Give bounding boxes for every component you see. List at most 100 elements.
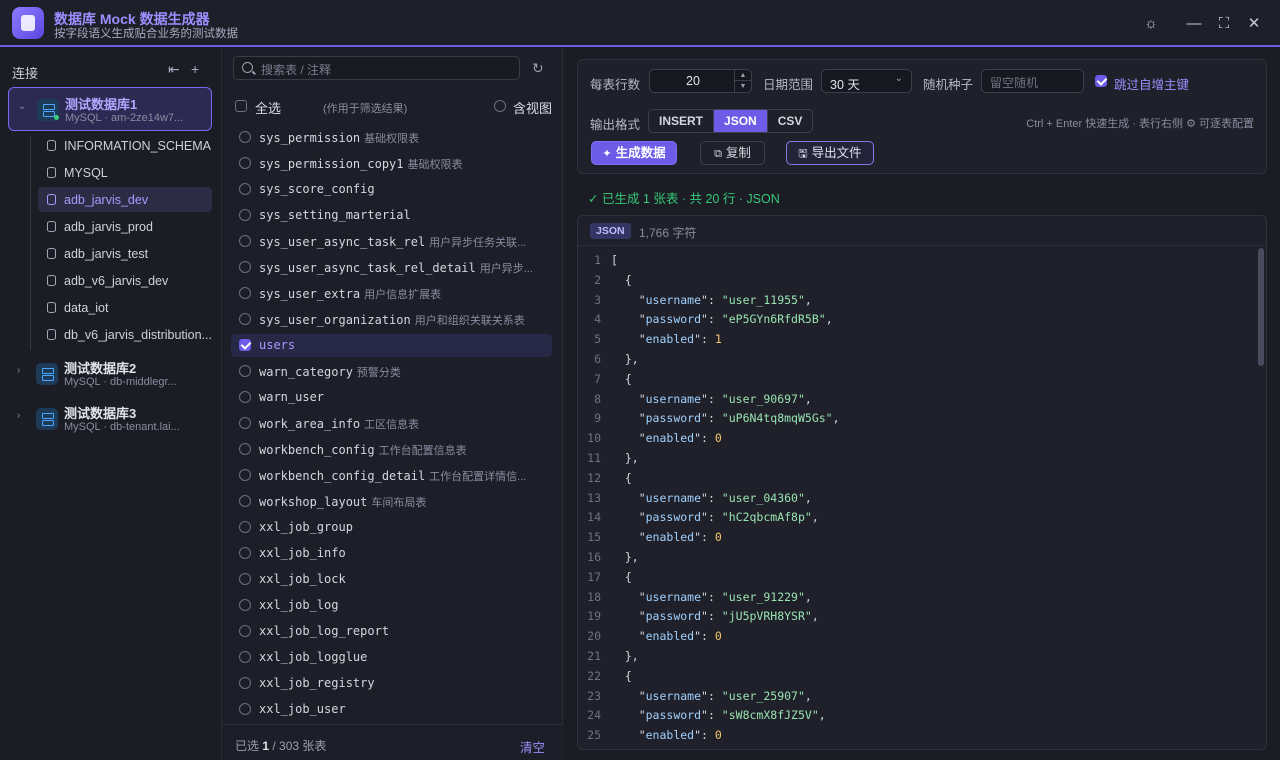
table-row[interactable]: workshop_layout 车间布局表 — [231, 490, 552, 513]
table-name: xxl_job_log_report — [259, 624, 390, 638]
date-range-select[interactable]: 30 天 ⌄ — [821, 69, 912, 93]
clear-selection-link[interactable]: 清空 — [520, 737, 545, 756]
schema-item[interactable]: adb_jarvis_prod — [38, 214, 212, 239]
table-row[interactable]: workbench_config 工作台配置信息表 — [231, 438, 552, 461]
table-checkbox[interactable] — [239, 599, 251, 611]
stepper-down-icon[interactable]: ▼ — [735, 81, 751, 92]
line-content: "enabled": 1 — [611, 332, 722, 347]
schema-item[interactable]: data_iot — [38, 295, 212, 320]
table-row[interactable]: xxl_job_log_report — [231, 620, 552, 643]
table-checkbox[interactable] — [239, 443, 251, 455]
schema-item[interactable]: db_v6_jarvis_distribution... — [38, 322, 212, 347]
schema-label: data_iot — [64, 301, 109, 315]
code-line: 14 "password": "hC2qbcmAf8p", — [578, 510, 1258, 529]
table-row[interactable]: sys_setting_marterial — [231, 204, 552, 227]
table-checkbox[interactable] — [239, 313, 251, 325]
table-row[interactable]: sys_user_async_task_rel_detail 用户异步... — [231, 256, 552, 279]
table-row[interactable]: xxl_job_log — [231, 594, 552, 617]
table-row[interactable]: users — [231, 334, 552, 357]
code-scrollbar[interactable] — [1258, 248, 1264, 748]
table-name: users — [259, 338, 296, 352]
close-icon[interactable]: ✕ — [1244, 14, 1264, 34]
table-row[interactable]: xxl_job_logglue — [231, 646, 552, 669]
table-checkbox[interactable] — [239, 521, 251, 533]
schema-item[interactable]: adb_v6_jarvis_dev — [38, 268, 212, 293]
refresh-icon[interactable]: ↻ — [532, 60, 544, 77]
rows-per-table-input[interactable]: 20 ▲ ▼ — [649, 69, 752, 93]
table-checkbox[interactable] — [239, 261, 251, 273]
table-row[interactable]: sys_user_organization 用户和组织关联关系表 — [231, 308, 552, 331]
collapse-sidebar-icon[interactable]: ⇤ — [168, 61, 180, 78]
minimize-icon[interactable]: — — [1184, 14, 1204, 34]
connection-detail: MySQL · db-tenant.lai... — [64, 421, 180, 433]
skip-pk-label[interactable]: 跳过自增主键 — [1114, 74, 1189, 93]
table-checkbox[interactable] — [239, 417, 251, 429]
table-row[interactable]: xxl_job_info — [231, 542, 552, 565]
schema-item[interactable]: adb_jarvis_dev — [38, 187, 212, 212]
format-json-tab[interactable]: JSON — [714, 110, 768, 132]
table-row[interactable]: xxl_job_registry — [231, 672, 552, 695]
select-all-checkbox[interactable] — [235, 100, 247, 112]
table-row[interactable]: sys_score_config — [231, 178, 552, 201]
skip-pk-checkbox[interactable] — [1095, 75, 1107, 87]
tables-panel: 搜索表 / 注释 ↻ 全选 (作用于筛选结果) 含视图 sys_permissi… — [223, 48, 563, 760]
table-checkbox[interactable] — [239, 547, 251, 559]
code-line: 23 "username": "user_25907", — [578, 689, 1258, 708]
output-panel: 每表行数 20 ▲ ▼ 日期范围 30 天 ⌄ 随机种子 留空随机 跳过自增主键… — [564, 48, 1280, 760]
table-checkbox[interactable] — [239, 469, 251, 481]
format-csv-tab[interactable]: CSV — [768, 110, 813, 132]
table-checkbox[interactable] — [239, 131, 251, 143]
table-checkbox[interactable] — [239, 157, 251, 169]
table-checkbox[interactable] — [239, 677, 251, 689]
table-checkbox[interactable] — [239, 287, 251, 299]
connection-item[interactable]: › 测试数据库3 MySQL · db-tenant.lai... — [8, 397, 212, 441]
select-all-label[interactable]: 全选 — [255, 98, 281, 117]
maximize-icon[interactable]: ⛶ — [1214, 14, 1234, 34]
table-checkbox[interactable] — [239, 625, 251, 637]
connection-item[interactable]: ⌄ 测试数据库1 MySQL · am-2ze14w7... — [8, 87, 212, 131]
table-search-input[interactable]: 搜索表 / 注释 — [233, 56, 520, 80]
table-name: xxl_job_group — [259, 520, 353, 534]
chevron-right-icon[interactable]: › — [17, 365, 20, 376]
table-row[interactable]: sys_permission_copy1 基础权限表 — [231, 152, 552, 175]
table-checkbox[interactable] — [239, 651, 251, 663]
schema-item[interactable]: adb_jarvis_test — [38, 241, 212, 266]
chevron-down-icon[interactable]: ⌄ — [18, 101, 26, 112]
table-row[interactable]: workbench_config_detail 工作台配置详情信... — [231, 464, 552, 487]
table-row[interactable]: sys_permission 基础权限表 — [231, 126, 552, 149]
sun-icon[interactable]: ☼ — [1141, 14, 1161, 34]
rows-per-table-value: 20 — [686, 74, 700, 88]
table-row[interactable]: xxl_job_group — [231, 516, 552, 539]
table-row[interactable]: work_area_info 工区信息表 — [231, 412, 552, 435]
table-checkbox[interactable] — [239, 365, 251, 377]
table-row[interactable]: sys_user_extra 用户信息扩展表 — [231, 282, 552, 305]
scrollbar-thumb[interactable] — [1258, 248, 1264, 366]
schema-item[interactable]: MYSQL — [38, 160, 212, 185]
include-views-checkbox[interactable] — [494, 100, 506, 112]
table-row[interactable]: warn_category 预警分类 — [231, 360, 552, 383]
rows-stepper[interactable]: ▲ ▼ — [734, 70, 751, 92]
include-views-label[interactable]: 含视图 — [513, 98, 552, 117]
table-checkbox[interactable] — [239, 703, 251, 715]
table-checkbox[interactable] — [239, 495, 251, 507]
table-checkbox[interactable] — [239, 573, 251, 585]
table-checkbox[interactable] — [239, 391, 251, 403]
table-row[interactable]: xxl_job_lock — [231, 568, 552, 591]
table-checkbox[interactable] — [239, 235, 251, 247]
table-row[interactable]: sys_user_async_task_rel 用户异步任务关联... — [231, 230, 552, 253]
table-checkbox[interactable] — [239, 339, 251, 351]
format-insert-tab[interactable]: INSERT — [649, 110, 715, 132]
schema-item[interactable]: INFORMATION_SCHEMA — [38, 133, 212, 158]
table-row[interactable]: xxl_job_user — [231, 698, 552, 721]
connection-item[interactable]: › 测试数据库2 MySQL · db-middlegr... — [8, 352, 212, 396]
table-checkbox[interactable] — [239, 209, 251, 221]
add-connection-icon[interactable]: + — [191, 61, 199, 77]
table-checkbox[interactable] — [239, 183, 251, 195]
stepper-up-icon[interactable]: ▲ — [735, 70, 751, 81]
copy-button[interactable]: ⧉ 复制 — [700, 141, 765, 165]
random-seed-input[interactable]: 留空随机 — [981, 69, 1084, 93]
export-file-button[interactable]: 🖫 导出文件 — [786, 141, 874, 165]
table-row[interactable]: warn_user — [231, 386, 552, 409]
chevron-right-icon[interactable]: › — [17, 410, 20, 421]
generate-button[interactable]: ✦ 生成数据 — [591, 141, 677, 165]
